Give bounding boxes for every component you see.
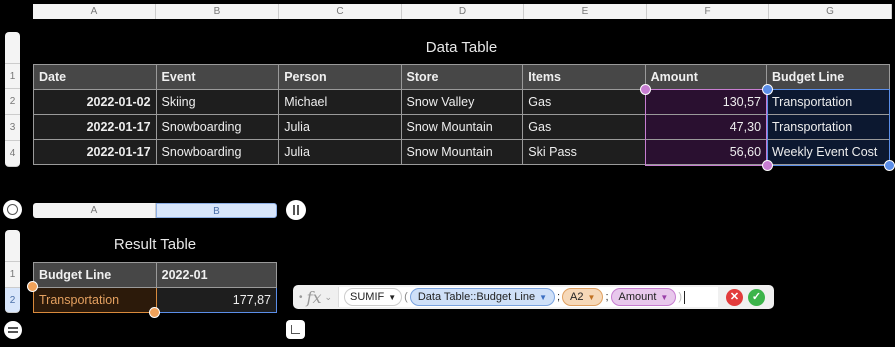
row-number[interactable]: 1	[5, 262, 20, 288]
row-number[interactable]: 3	[5, 115, 20, 141]
cell-budget-line[interactable]: Transportation	[33, 287, 157, 313]
result-table: Budget Line 2022-01 Transportation 177,8…	[33, 262, 278, 313]
header-cell[interactable]: Budget Line	[766, 64, 890, 90]
header-row: Budget Line 2022-01	[33, 262, 278, 288]
cell-items[interactable]: Gas	[522, 89, 646, 115]
equals-icon	[8, 327, 18, 329]
column-letter[interactable]: G	[769, 4, 892, 19]
header-cell[interactable]: Person	[278, 64, 402, 90]
header-cell[interactable]: Items	[522, 64, 646, 90]
function-token[interactable]: SUMIF ▼	[344, 288, 403, 306]
ref-token-amount[interactable]: Amount ▼	[610, 288, 677, 306]
cell-store[interactable]: Snow Valley	[400, 89, 524, 115]
result-table-column-header: A B	[33, 203, 277, 218]
cell-event[interactable]: Skiing	[155, 89, 280, 115]
close-paren: )	[678, 291, 683, 303]
column-letter[interactable]: A	[33, 203, 156, 218]
cell-result-value[interactable]: 177,87	[155, 287, 278, 313]
dropdown-icon: ▼	[539, 292, 547, 302]
separator: ;	[605, 291, 609, 303]
column-letter[interactable]: A	[33, 4, 156, 19]
row-number[interactable]: 4	[5, 141, 20, 167]
column-letter[interactable]: B	[156, 203, 277, 218]
dropdown-icon: ▼	[388, 292, 397, 302]
cell-event[interactable]: Snowboarding	[155, 139, 280, 165]
header-cell[interactable]: 2022-01	[155, 262, 278, 288]
cell-person[interactable]: Michael	[278, 89, 402, 115]
column-letter[interactable]: D	[402, 4, 524, 19]
column-letter[interactable]: F	[647, 4, 769, 19]
data-table-row-header: 1 2 3 4	[5, 32, 20, 167]
cell-person[interactable]: Julia	[278, 139, 402, 165]
drag-handle-icon[interactable]: •	[299, 292, 303, 303]
cell-store[interactable]: Snow Mountain	[400, 114, 524, 140]
ref-token-a2[interactable]: A2 ▼	[562, 288, 604, 306]
dropdown-icon: ▼	[587, 292, 596, 302]
row-number[interactable]: 1	[5, 64, 20, 89]
budget-range-handle-bottom[interactable]	[884, 160, 895, 171]
amount-range-highlight	[645, 89, 767, 166]
result-table-row-header: 1 2	[5, 230, 20, 313]
dropdown-icon: ▼	[660, 292, 669, 302]
data-table-title: Data Table	[425, 39, 498, 56]
text-cursor	[684, 290, 686, 304]
formula-editor[interactable]: SUMIF ▼ ( Data Table::Budget Line ▼ ; A2 ▼ …	[338, 287, 719, 307]
formula-bar[interactable]: • fx ⌄ SUMIF ▼ ( Data Table::Budget Line ▼…	[293, 285, 774, 309]
fx-chevron-icon[interactable]: ⌄	[324, 292, 332, 303]
header-row: Date Event Person Store Items Amount Bud…	[33, 64, 890, 90]
a2-ref-handle-bottom[interactable]	[149, 307, 160, 318]
token-label: Data Table::Budget Line	[417, 291, 536, 303]
x-icon: ✕	[729, 290, 740, 303]
header-cell[interactable]: Event	[155, 64, 280, 90]
column-letter[interactable]: E	[524, 4, 647, 19]
token-label: A2	[570, 291, 584, 303]
amount-range-handle-top[interactable]	[640, 84, 651, 95]
budget-range-highlight	[767, 89, 890, 166]
row-header-blank[interactable]	[5, 32, 20, 64]
cell-person[interactable]: Julia	[278, 114, 402, 140]
amount-range-handle-bottom[interactable]	[762, 160, 773, 171]
row-number[interactable]: 2	[5, 89, 20, 115]
header-cell[interactable]: Amount	[644, 64, 768, 90]
row-header-blank[interactable]	[5, 230, 20, 262]
accept-formula-button[interactable]: ✓	[748, 288, 766, 306]
cell-store[interactable]: Snow Mountain	[400, 139, 524, 165]
column-letter[interactable]: C	[279, 4, 402, 19]
check-icon: ✓	[751, 290, 762, 303]
budget-range-handle-top[interactable]	[762, 84, 773, 95]
cell-date[interactable]: 2022-01-17	[33, 139, 157, 165]
circle-icon	[7, 204, 18, 215]
function-name: SUMIF	[350, 291, 385, 303]
separator: ;	[556, 291, 561, 303]
row-number[interactable]: 2	[5, 288, 20, 313]
cell-event[interactable]: Snowboarding	[155, 114, 280, 140]
token-label: Amount	[618, 291, 657, 303]
freeze-columns-button[interactable]	[286, 200, 306, 220]
header-cell[interactable]: Budget Line	[33, 262, 157, 288]
cell-items[interactable]: Ski Pass	[522, 139, 646, 165]
open-paren: (	[404, 291, 408, 303]
cell-date[interactable]: 2022-01-02	[33, 89, 157, 115]
add-row-button[interactable]	[4, 321, 22, 339]
ref-token-budget-line[interactable]: Data Table::Budget Line ▼	[409, 288, 555, 306]
fx-icon[interactable]: fx	[307, 288, 322, 307]
column-letter[interactable]: B	[156, 4, 279, 19]
pause-icon	[293, 205, 295, 215]
result-table-title: Result Table	[113, 236, 197, 253]
header-cell[interactable]: Store	[400, 64, 524, 90]
corner-icon	[291, 325, 300, 334]
resize-table-button[interactable]	[286, 320, 305, 339]
cell-items[interactable]: Gas	[522, 114, 646, 140]
table-select-handle[interactable]	[3, 200, 22, 219]
cancel-formula-button[interactable]: ✕	[726, 288, 744, 306]
data-table-column-header: A B C D E F G	[33, 4, 892, 19]
a2-ref-handle-top[interactable]	[27, 281, 38, 292]
cell-date[interactable]: 2022-01-17	[33, 114, 157, 140]
header-cell[interactable]: Date	[33, 64, 157, 90]
